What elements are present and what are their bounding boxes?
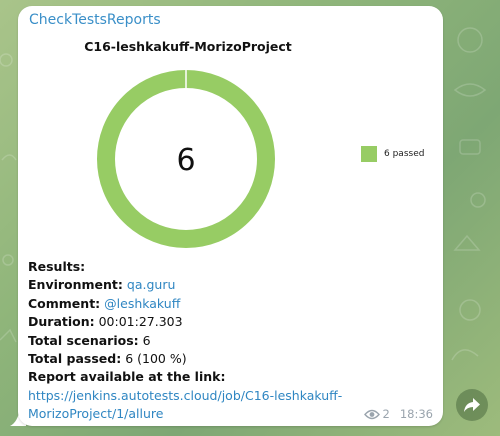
eye-icon	[363, 409, 380, 419]
message-bubble[interactable]: CheckTestsReports C16-leshkakuff-MorizoP…	[18, 6, 443, 426]
report-text: Results: Environment: qa.guru Comment: @…	[28, 258, 368, 424]
duration-value: 00:01:27.303	[98, 314, 183, 330]
results-heading: Results:	[28, 259, 86, 274]
duration-label: Duration:	[28, 314, 95, 330]
total-passed-label: Total passed:	[28, 351, 122, 367]
environment-link[interactable]: qa.guru	[127, 277, 176, 292]
total-scenarios-value: 6	[142, 332, 151, 348]
report-chart-image[interactable]: C16-leshkakuff-MorizoProject 6 6 passed	[18, 34, 443, 256]
chart-title: C16-leshkakuff-MorizoProject	[84, 39, 292, 54]
sender-name[interactable]: CheckTestsReports	[29, 12, 161, 28]
comment-mention-link[interactable]: @leshkakuff	[104, 296, 180, 311]
environment-label: Environment:	[28, 277, 123, 293]
share-arrow-icon	[464, 398, 480, 412]
total-passed-value: 6 (100 %)	[125, 351, 187, 367]
share-button[interactable]	[456, 389, 488, 421]
donut-chart: 6	[97, 70, 275, 248]
report-link-label: Report available at the link:	[28, 369, 226, 385]
legend-swatch-passed	[361, 146, 377, 162]
report-url-link[interactable]: https://jenkins.autotests.cloud/job/C16-…	[28, 387, 348, 424]
message-time: 18:36	[399, 407, 433, 421]
duration-row: Duration: 00:01:27.303	[28, 313, 368, 331]
message-meta: 2 18:36	[363, 407, 433, 421]
comment-label: Comment:	[28, 295, 101, 311]
total-passed-row: Total passed: 6 (100 %)	[28, 350, 368, 368]
donut-center-label: 6	[176, 143, 195, 178]
view-count: 2	[382, 407, 390, 421]
total-scenarios-label: Total scenarios:	[28, 332, 139, 348]
chart-legend: 6 passed	[361, 146, 424, 162]
total-scenarios-row: Total scenarios: 6	[28, 332, 368, 350]
comment-row: Comment: @leshkakuff	[28, 295, 368, 313]
environment-row: Environment: qa.guru	[28, 276, 368, 294]
legend-label-passed: 6 passed	[384, 149, 425, 159]
